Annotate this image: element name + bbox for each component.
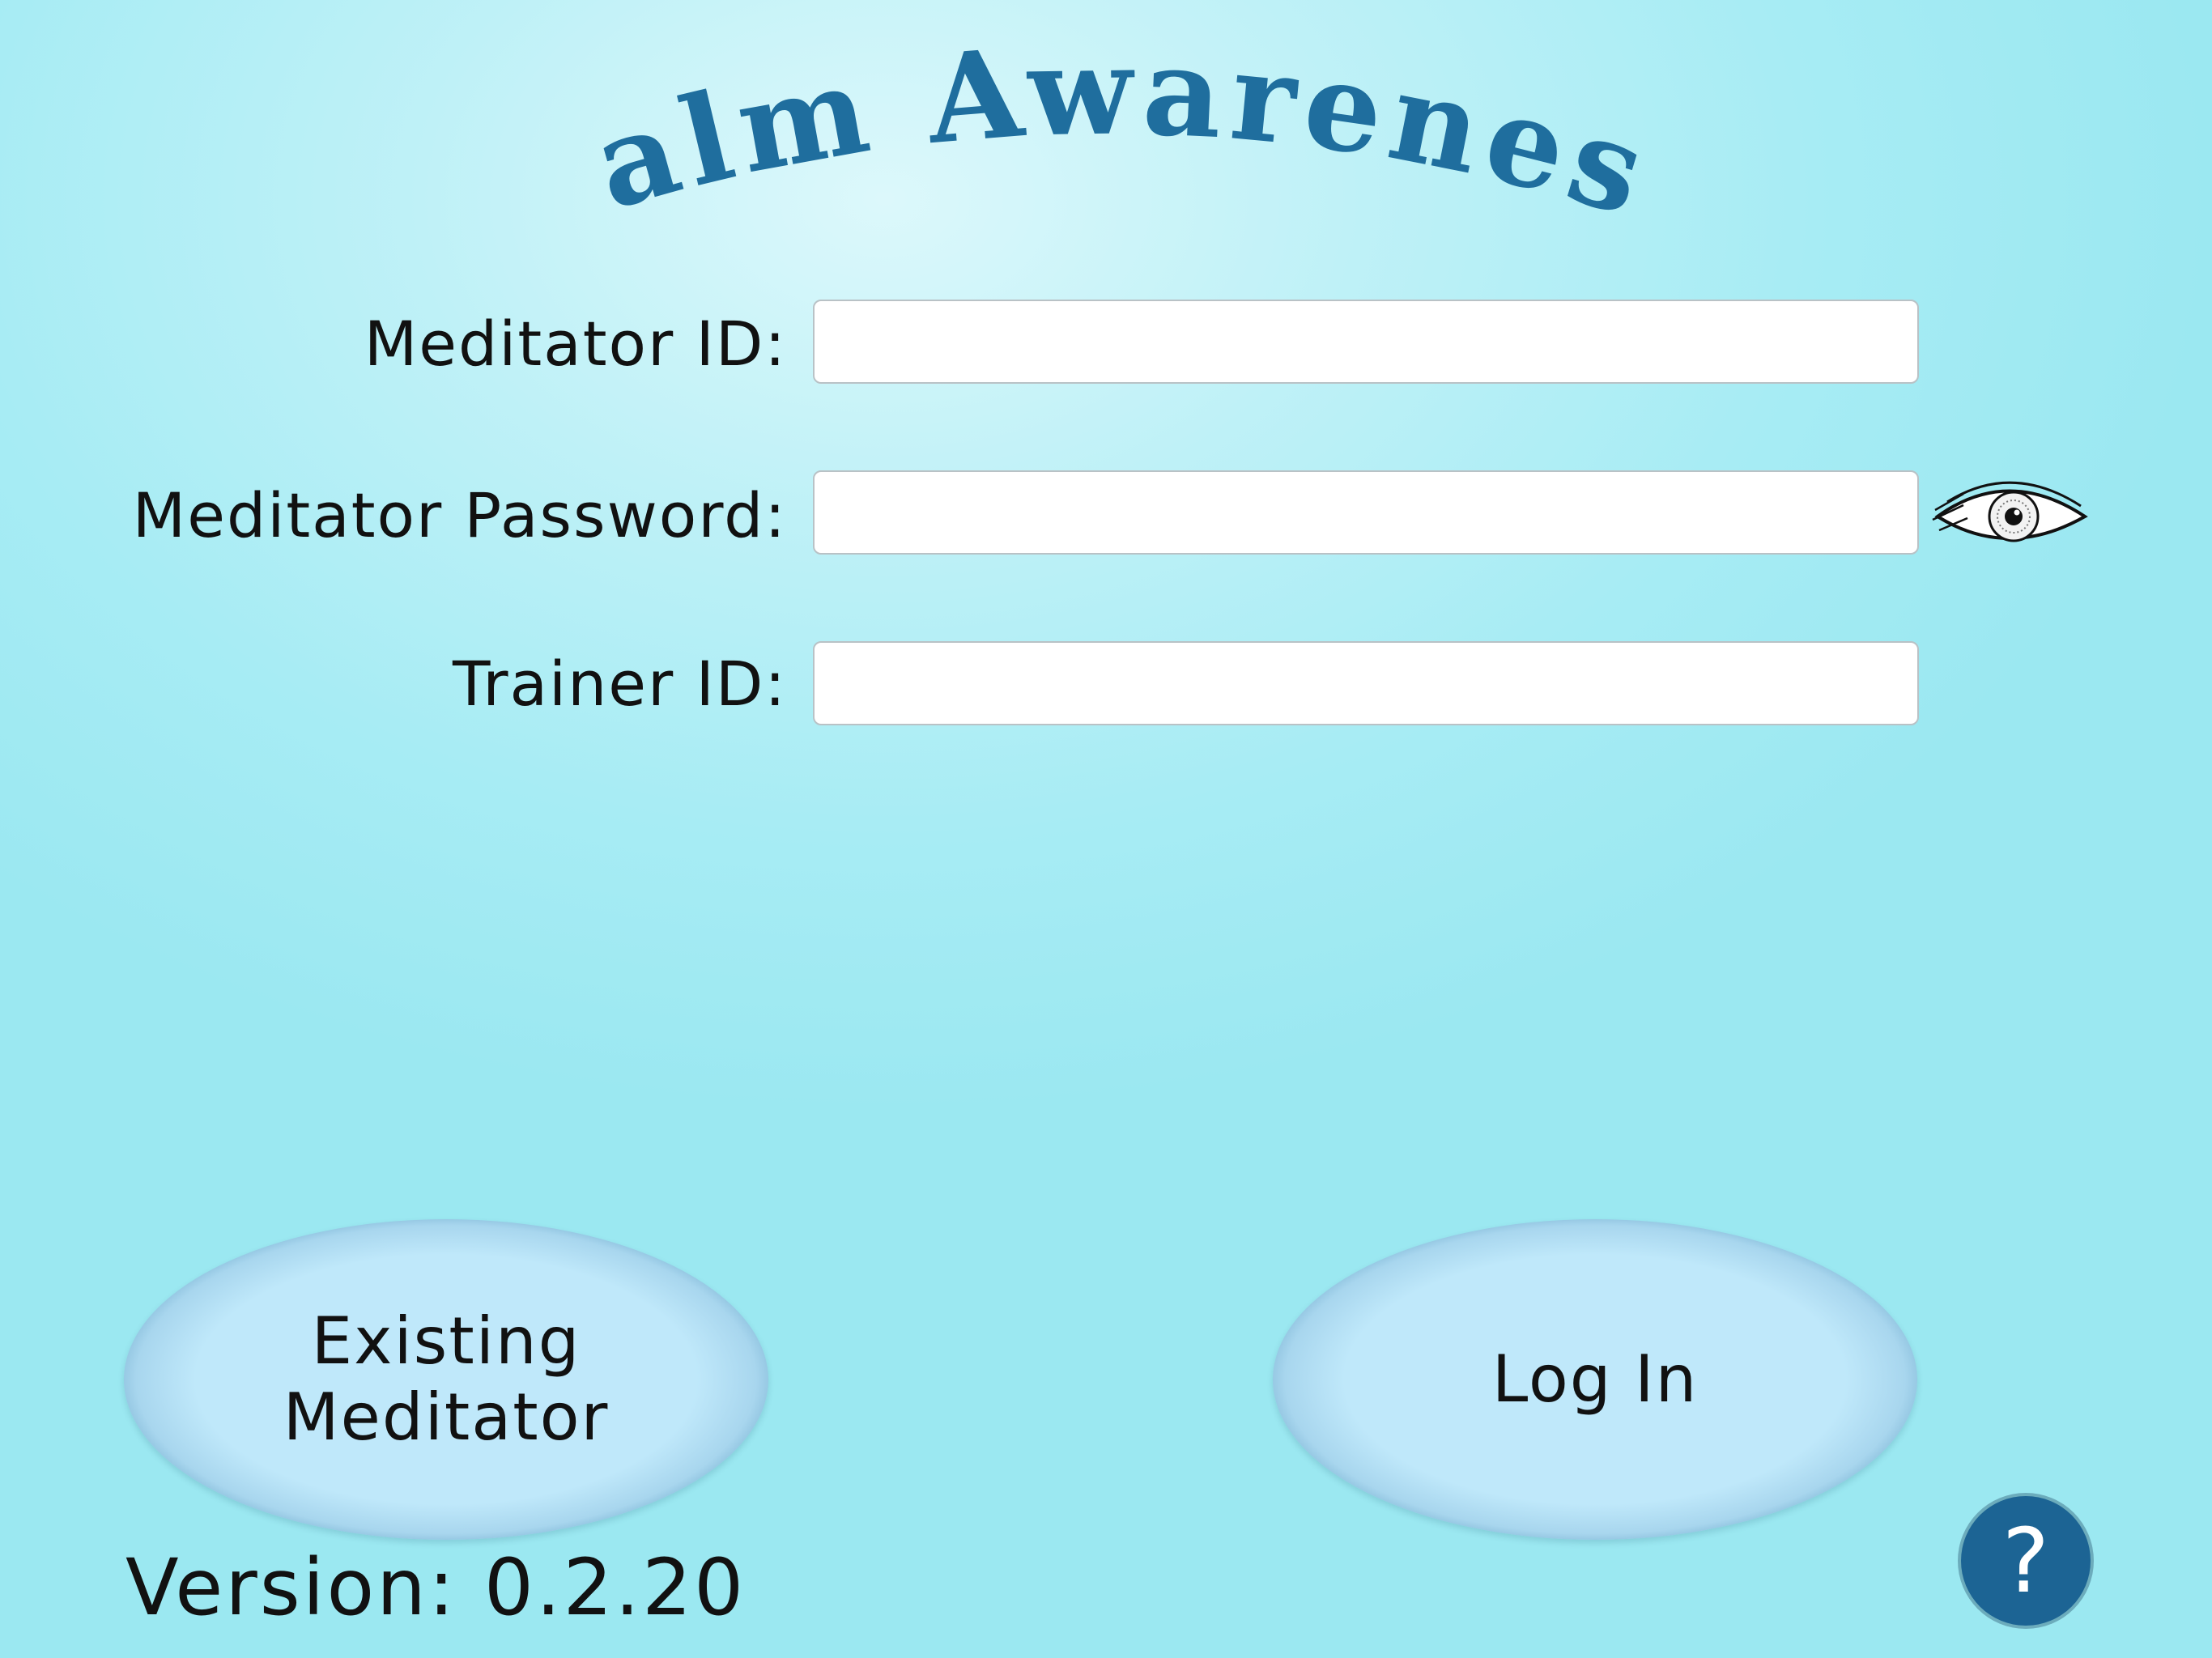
meditator-id-label: Meditator ID: xyxy=(364,308,787,380)
existing-meditator-label: Existing Meditator xyxy=(283,1303,610,1455)
log-in-button[interactable]: Log In xyxy=(1273,1219,1917,1540)
app-title-arc: Calm Awareness xyxy=(498,0,1659,246)
version-text: Version: 0.2.20 xyxy=(125,1542,747,1633)
help-button[interactable]: ? xyxy=(1961,1496,2091,1626)
app-title-textpath: Calm Awareness xyxy=(498,0,1659,246)
eye-icon-graphic xyxy=(1932,481,2088,542)
trainer-id-label: Trainer ID: xyxy=(452,648,787,720)
eye-icon[interactable] xyxy=(1931,470,2093,551)
app-title-text: Calm Awareness xyxy=(498,0,1667,246)
question-mark-icon: ? xyxy=(2001,1509,2050,1613)
meditator-password-input[interactable] xyxy=(813,470,1919,555)
meditator-id-input[interactable] xyxy=(813,300,1919,384)
meditator-password-label: Meditator Password: xyxy=(132,479,787,551)
trainer-id-input[interactable] xyxy=(813,641,1919,725)
log-in-label: Log In xyxy=(1491,1341,1699,1417)
app-title: Calm Awareness xyxy=(498,0,1668,246)
existing-meditator-button[interactable]: Existing Meditator xyxy=(124,1219,768,1540)
